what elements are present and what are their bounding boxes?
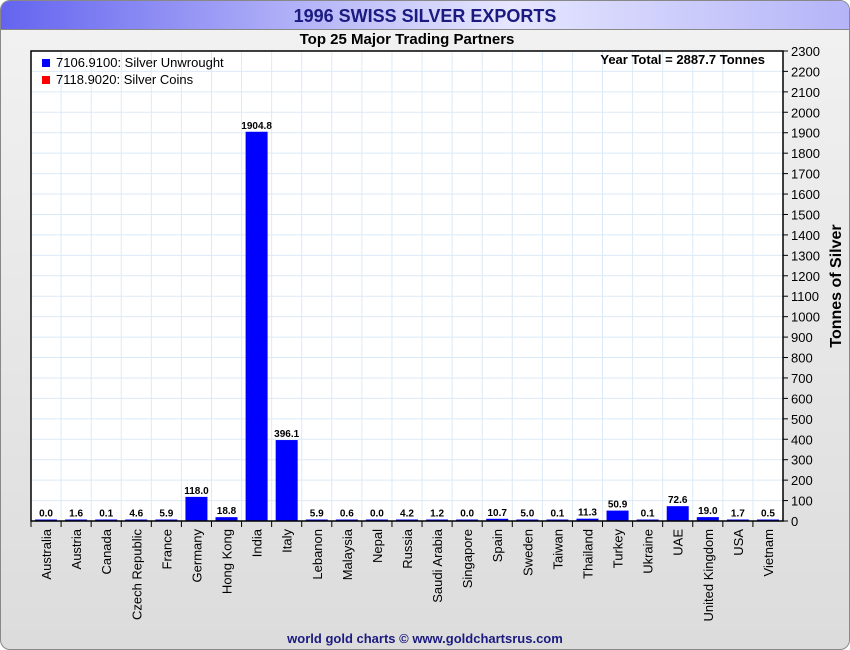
bar-germany [185, 496, 208, 521]
data-label: 0.6 [340, 509, 354, 520]
y-tick-label: 800 [791, 351, 813, 366]
legend-label: 7106.9100: Silver Unwrought [56, 55, 224, 70]
x-tick-label: Thailand [580, 529, 595, 579]
data-label: 1904.8 [241, 121, 272, 132]
data-label: 50.9 [608, 500, 628, 511]
y-tick-label: 1800 [791, 146, 820, 161]
x-tick-label: Taiwan [550, 529, 565, 569]
x-tick-label: Spain [490, 529, 505, 562]
x-tick-label: France [159, 529, 174, 569]
y-tick-label: 2300 [791, 44, 820, 59]
y-tick-label: 1000 [791, 310, 820, 325]
data-label: 5.0 [520, 509, 534, 520]
data-label: 0.5 [761, 509, 775, 520]
y-tick-label: 1300 [791, 248, 820, 263]
y-tick-label: 200 [791, 473, 813, 488]
x-tick-label: Lebanon [310, 529, 325, 580]
data-label: 1.6 [69, 509, 83, 520]
x-tick-label: Australia [39, 528, 54, 579]
year-total-annotation: Year Total = 2887.7 Tonnes [600, 52, 765, 67]
data-label: 1.2 [430, 509, 444, 520]
data-label: 10.7 [488, 508, 508, 519]
x-tick-label: Hong Kong [220, 529, 235, 594]
y-tick-label: 2000 [791, 105, 820, 120]
y-tick-label: 0 [791, 514, 798, 529]
x-tick-label: Nepal [370, 529, 385, 563]
y-axis-label: Tonnes of Silver [828, 224, 845, 347]
x-tick-label: Canada [99, 528, 114, 574]
bar-uae [666, 506, 689, 521]
legend-label: 7118.9020: Silver Coins [56, 72, 194, 87]
y-tick-label: 1900 [791, 126, 820, 141]
y-tick-label: 1400 [791, 228, 820, 243]
y-tick-label: 2200 [791, 64, 820, 79]
y-tick-label: 1200 [791, 269, 820, 284]
y-tick-label: 1100 [791, 289, 819, 304]
plot-area [31, 51, 783, 521]
data-label: 4.6 [129, 509, 143, 520]
x-tick-label: Russia [400, 528, 415, 569]
y-tick-label: 600 [791, 391, 813, 406]
data-label: 118.0 [184, 486, 209, 497]
y-tick-label: 300 [791, 453, 813, 468]
x-tick-label: Malaysia [340, 528, 355, 580]
data-label: 0.1 [641, 509, 655, 520]
x-tick-label: India [250, 528, 265, 557]
data-label: 0.0 [370, 509, 384, 520]
x-tick-label: Sweden [520, 529, 535, 576]
data-label: 4.2 [400, 509, 414, 520]
data-label: 0.0 [460, 509, 474, 520]
data-label: 0.0 [39, 509, 53, 520]
y-tick-label: 900 [791, 330, 813, 345]
x-tick-label: Czech Republic [129, 529, 144, 621]
y-tick-label: 1500 [791, 207, 820, 222]
x-tick-label: Singapore [460, 529, 475, 588]
bar-italy [275, 440, 298, 521]
data-label: 5.9 [159, 509, 173, 520]
data-label: 18.8 [217, 506, 237, 517]
legend-swatch [42, 76, 50, 84]
data-label: 0.1 [99, 509, 113, 520]
data-label: 72.6 [668, 495, 688, 506]
footer-credit: world gold charts © www.goldchartsrus.co… [287, 631, 563, 646]
x-tick-label: Saudi Arabia [430, 528, 445, 602]
x-tick-label: Italy [280, 529, 295, 553]
bar-chart: 0 100 200 300 400 500 600 700 800 900 1000 1100 1200… [30, 44, 845, 622]
x-tick-label: United Kingdom [701, 529, 716, 622]
y-tick-label: 500 [791, 412, 813, 427]
x-tick-label: Ukraine [641, 529, 656, 574]
data-label: 0.1 [550, 509, 564, 520]
data-label: 19.0 [698, 506, 718, 517]
chart-frame: 1996 SWISS SILVER EXPORTS Top 25 Major T… [0, 0, 850, 650]
y-tick-label: 1600 [791, 187, 820, 202]
data-label: 396.1 [274, 429, 299, 440]
x-tick-label: Germany [189, 529, 204, 583]
x-tick-label: Turkey [611, 529, 626, 569]
data-label: 1.7 [731, 509, 745, 520]
x-tick-label: Austria [69, 528, 84, 569]
y-tick-label: 400 [791, 432, 813, 447]
y-tick-label: 1700 [791, 167, 820, 182]
y-tick-label: 100 [791, 494, 813, 509]
data-label: 5.9 [310, 509, 324, 520]
data-label: 11.3 [578, 508, 597, 519]
x-tick-label: USA [731, 529, 746, 556]
bar-india [245, 131, 268, 522]
x-tick-label: UAE [671, 529, 686, 556]
y-tick-label: 700 [791, 371, 813, 386]
y-tick-label: 2100 [791, 85, 820, 100]
bar-turkey [606, 510, 629, 521]
legend-swatch [42, 59, 50, 67]
x-tick-label: Vietnam [761, 529, 776, 576]
